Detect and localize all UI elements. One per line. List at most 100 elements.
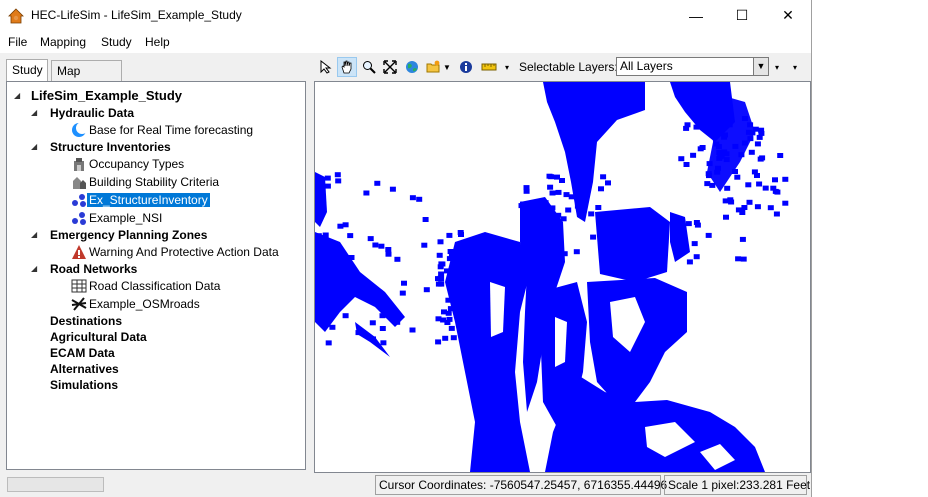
- add-layer-tool[interactable]: [423, 57, 443, 77]
- structure-point: [462, 249, 469, 255]
- tree-item-osmroads[interactable]: Example_OSMroads: [89, 296, 200, 312]
- structure-point: [603, 229, 610, 235]
- tab-map-layers[interactable]: Map Layers: [51, 60, 122, 98]
- selectable-layers-select[interactable]: All Layers ▼: [616, 57, 769, 76]
- tree-item-simulations[interactable]: Simulations: [50, 377, 118, 393]
- structure-point: [715, 165, 721, 171]
- structure-point: [316, 300, 322, 306]
- structure-point: [438, 261, 445, 267]
- tree-item-ecam[interactable]: ECAM Data: [50, 345, 115, 361]
- map-scale: Scale 1 pixel:233.281 Feet: [664, 475, 810, 495]
- structure-point: [342, 222, 349, 228]
- structure-point: [548, 174, 555, 180]
- collapse-toggle[interactable]: ◢: [31, 231, 39, 239]
- window-title: HEC-LifeSim - LifeSim_Example_Study: [31, 8, 242, 22]
- structure-point: [453, 251, 460, 257]
- structure-point: [442, 335, 449, 341]
- globe-tool[interactable]: [402, 57, 422, 77]
- structure-point: [445, 297, 452, 303]
- collapse-toggle[interactable]: ◢: [14, 92, 22, 100]
- structure-point: [724, 185, 731, 191]
- structure-point: [772, 177, 778, 183]
- zoom-tool[interactable]: [359, 57, 379, 77]
- collapse-toggle[interactable]: ◢: [31, 143, 39, 151]
- magnifier-icon: [363, 61, 376, 74]
- structure-point: [461, 271, 467, 277]
- structure-point: [542, 200, 549, 206]
- structure-point: [732, 143, 739, 149]
- menu-study[interactable]: Study: [101, 35, 132, 49]
- tree-group-structure[interactable]: Structure Inventories: [50, 139, 171, 155]
- chevron-down-icon[interactable]: ▼: [753, 58, 768, 75]
- selectable-layers-label: Selectable Layers:: [519, 60, 618, 74]
- structure-point: [678, 156, 685, 162]
- structure-point: [369, 320, 376, 326]
- collapse-toggle[interactable]: ◢: [31, 109, 39, 117]
- structure-point: [394, 319, 401, 325]
- map-view[interactable]: [314, 81, 811, 473]
- tree-item-occupancy[interactable]: Occupancy Types: [89, 156, 184, 172]
- roads-icon: [71, 297, 87, 311]
- structure-point: [423, 287, 430, 293]
- tree-item-agricultural[interactable]: Agricultural Data: [50, 329, 147, 345]
- structure-point: [722, 110, 728, 116]
- identify-tool[interactable]: [456, 57, 476, 77]
- structure-point: [748, 149, 755, 155]
- toolbar-overflow-icon[interactable]: ▾: [790, 57, 800, 77]
- structure-point: [448, 325, 455, 331]
- structure-point: [777, 153, 784, 158]
- structure-point: [547, 184, 554, 190]
- maximize-button[interactable]: ☐: [719, 0, 765, 31]
- tree-group-road[interactable]: Road Networks: [50, 261, 137, 277]
- selectable-layers-value: All Layers: [620, 59, 673, 73]
- tree-item-nsi[interactable]: Example_NSI: [89, 210, 162, 226]
- zoom-extent-tool[interactable]: [380, 57, 400, 77]
- tree-group-emergency[interactable]: Emergency Planning Zones: [50, 227, 207, 243]
- structure-point: [590, 234, 597, 240]
- structure-point: [754, 204, 761, 210]
- structure-point: [773, 211, 780, 217]
- structure-point: [379, 326, 386, 331]
- structure-point: [721, 95, 727, 101]
- tree-item-alternatives[interactable]: Alternatives: [50, 361, 119, 377]
- add-layer-dropdown[interactable]: ▼: [442, 57, 452, 77]
- structure-point: [462, 304, 469, 310]
- structure-point: [322, 232, 329, 238]
- pan-tool[interactable]: [337, 57, 357, 77]
- structure-point: [605, 180, 611, 186]
- measure-tool[interactable]: [479, 57, 499, 77]
- structure-point: [716, 149, 723, 155]
- status-bar: Cursor Coordinates: -7560547.25457, 6716…: [0, 474, 811, 497]
- minimize-button[interactable]: —: [673, 0, 719, 31]
- structure-point: [603, 247, 610, 253]
- structure-point: [782, 200, 789, 206]
- toolbar-overflow-icon[interactable]: ▾: [772, 57, 782, 77]
- tree-group-hydraulic[interactable]: Hydraulic Data: [50, 105, 134, 121]
- close-button[interactable]: ✕: [765, 0, 811, 31]
- toolbar-overflow-icon[interactable]: ▾: [502, 57, 512, 77]
- structure-point: [521, 231, 528, 237]
- structure-point: [435, 281, 442, 287]
- menu-help[interactable]: Help: [145, 35, 170, 49]
- tree-item-warning[interactable]: Warning And Protective Action Data: [89, 244, 279, 260]
- structure-point: [758, 127, 765, 133]
- tab-study[interactable]: Study: [6, 59, 48, 82]
- tree-item-stability[interactable]: Building Stability Criteria: [89, 174, 219, 190]
- structure-point: [707, 124, 714, 130]
- structure-point: [315, 233, 322, 239]
- tree-root[interactable]: LifeSim_Example_Study: [31, 88, 182, 104]
- tree-item-destinations[interactable]: Destinations: [50, 313, 122, 329]
- tree-item-base-forecasting[interactable]: Base for Real Time forecasting: [89, 122, 253, 138]
- structure-point: [723, 151, 730, 157]
- menu-file[interactable]: File: [8, 35, 27, 49]
- structure-point: [735, 207, 742, 213]
- structure-point: [554, 174, 560, 180]
- tree-item-structure-inventory[interactable]: Ex_StructureInventory: [87, 192, 210, 208]
- select-arrow-tool[interactable]: [316, 57, 336, 77]
- collapse-toggle[interactable]: ◢: [31, 265, 39, 273]
- stability-icon: [73, 177, 86, 189]
- structure-point: [598, 186, 604, 192]
- structure-point: [549, 190, 556, 196]
- tree-item-road-classification[interactable]: Road Classification Data: [89, 278, 220, 294]
- menu-mapping[interactable]: Mapping: [40, 35, 86, 49]
